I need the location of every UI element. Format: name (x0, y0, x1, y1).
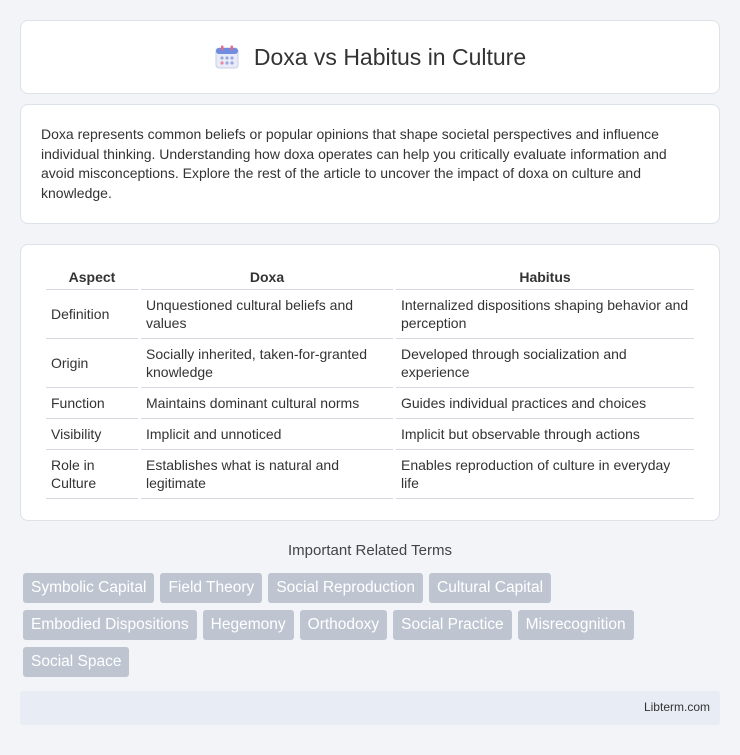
table-cell: Socially inherited, taken-for-granted kn… (141, 339, 393, 388)
header-doxa: Doxa (141, 265, 393, 290)
related-term-tag[interactable]: Hegemony (202, 610, 294, 640)
table-cell: Function (46, 388, 138, 419)
header-card: Doxa vs Habitus in Culture (20, 20, 720, 94)
table-cell: Implicit but observable through actions (396, 419, 694, 450)
intro-text: Doxa represents common beliefs or popula… (41, 126, 667, 201)
table-row: Function Maintains dominant cultural nor… (46, 388, 694, 419)
related-term-tag[interactable]: Orthodoxy (299, 610, 388, 640)
related-terms-title: Important Related Terms (288, 542, 452, 559)
table-cell: Role in Culture (46, 450, 138, 499)
related-term-tag[interactable]: Social Space (23, 647, 130, 677)
table-cell: Enables reproduction of culture in every… (396, 450, 694, 499)
comparison-table-card: Aspect Doxa Habitus Definition Unquestio… (20, 244, 720, 521)
related-terms-list: Symbolic Capital Field Theory Social Rep… (23, 573, 723, 677)
comparison-table: Aspect Doxa Habitus Definition Unquestio… (43, 265, 697, 499)
table-cell: Developed through socialization and expe… (396, 339, 694, 388)
footer: Libterm.com (20, 691, 720, 725)
related-term-tag[interactable]: Misrecognition (517, 610, 634, 640)
table-row: Definition Unquestioned cultural beliefs… (46, 290, 694, 339)
table-cell: Origin (46, 339, 138, 388)
footer-site-link[interactable]: Libterm.com (644, 700, 710, 714)
calendar-icon (214, 44, 240, 70)
header-habitus: Habitus (396, 265, 694, 290)
intro-card: Doxa represents common beliefs or popula… (20, 104, 720, 224)
table-row: Origin Socially inherited, taken-for-gra… (46, 339, 694, 388)
related-term-tag[interactable]: Cultural Capital (429, 573, 552, 603)
related-term-tag[interactable]: Symbolic Capital (23, 573, 155, 603)
page-title: Doxa vs Habitus in Culture (253, 43, 527, 70)
related-term-tag[interactable]: Social Reproduction (268, 573, 424, 603)
table-cell: Implicit and unnoticed (141, 419, 393, 450)
title-wrap: Doxa vs Habitus in Culture (214, 44, 526, 71)
table-row: Visibility Implicit and unnoticed Implic… (46, 419, 694, 450)
table-cell: Visibility (46, 419, 138, 450)
table-cell: Internalized dispositions shaping behavi… (396, 290, 694, 339)
table-cell: Maintains dominant cultural norms (141, 388, 393, 419)
related-term-tag[interactable]: Embodied Dispositions (23, 610, 197, 640)
header-aspect: Aspect (46, 265, 138, 290)
related-term-tag[interactable]: Social Practice (393, 610, 512, 640)
related-term-tag[interactable]: Field Theory (160, 573, 263, 603)
table-cell: Unquestioned cultural beliefs and values (141, 290, 393, 339)
table-cell: Establishes what is natural and legitima… (141, 450, 393, 499)
table-cell: Guides individual practices and choices (396, 388, 694, 419)
table-cell: Definition (46, 290, 138, 339)
table-header-row: Aspect Doxa Habitus (46, 265, 694, 290)
table-row: Role in Culture Establishes what is natu… (46, 450, 694, 499)
